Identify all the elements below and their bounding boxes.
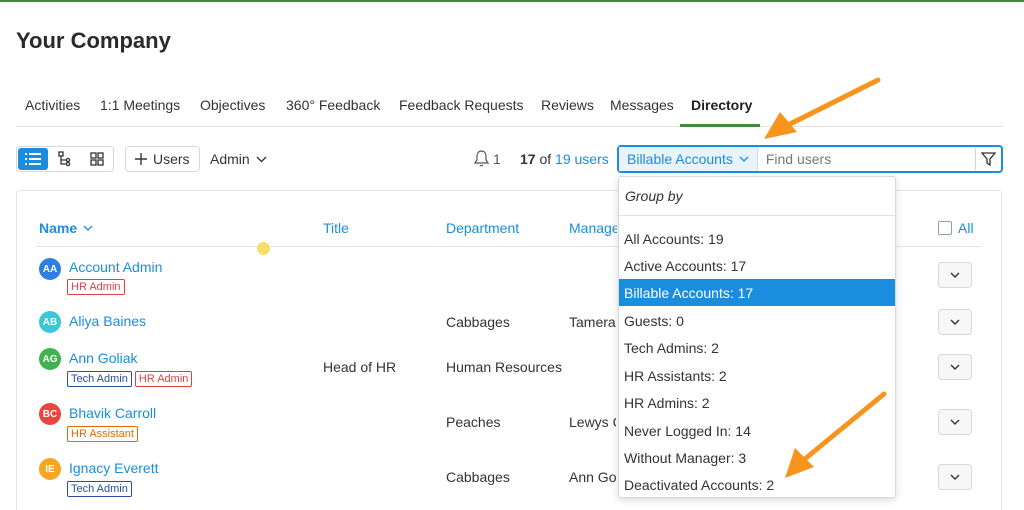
- role-badges: HR Assistant: [67, 426, 138, 442]
- row-actions-button[interactable]: [938, 464, 972, 490]
- admin-dropdown[interactable]: Admin: [210, 151, 267, 167]
- chevron-down-icon: [739, 156, 749, 162]
- checkbox[interactable]: [938, 221, 952, 235]
- row-actions-button[interactable]: [938, 409, 972, 435]
- view-toggle: [16, 146, 114, 172]
- avatar: AB: [39, 311, 61, 333]
- user-count: 17 of 19 users: [520, 151, 609, 167]
- column-header-title[interactable]: Title: [323, 220, 349, 236]
- add-users-label: Users: [153, 151, 190, 167]
- row-actions-button[interactable]: [938, 262, 972, 288]
- chevron-down-icon: [83, 225, 93, 231]
- tab-directory[interactable]: Directory: [691, 97, 752, 113]
- notification-count: 1: [493, 150, 501, 167]
- option-all-accounts[interactable]: All Accounts: 19: [619, 225, 895, 252]
- department-cell: Peaches: [446, 414, 501, 430]
- select-all-checkbox[interactable]: All: [938, 220, 974, 236]
- manager-cell: Ann Go: [569, 469, 616, 485]
- option-never-logged-in[interactable]: Never Logged In: 14: [619, 417, 895, 444]
- admin-label: Admin: [210, 151, 250, 167]
- avatar: AA: [39, 258, 61, 280]
- option-active-accounts[interactable]: Active Accounts: 17: [619, 252, 895, 279]
- tab-objectives[interactable]: Objectives: [200, 97, 265, 113]
- user-search: Billable Accounts: [617, 145, 1003, 173]
- manager-cell: Tamera: [569, 314, 616, 330]
- tab-reviews[interactable]: Reviews: [541, 97, 594, 113]
- role-badges: HR Admin: [67, 279, 125, 295]
- plus-icon: [135, 153, 147, 165]
- user-name-link[interactable]: Account Admin: [69, 259, 162, 275]
- account-filter-select[interactable]: Billable Accounts: [619, 147, 758, 171]
- column-header-manager[interactable]: Manager: [569, 220, 617, 236]
- option-guests[interactable]: Guests: 0: [619, 307, 895, 334]
- dropdown-divider: [619, 215, 895, 216]
- option-hr-assistants[interactable]: HR Assistants: 2: [619, 362, 895, 389]
- role-badges: Tech Admin: [67, 481, 132, 497]
- filter-selected-label: Billable Accounts: [627, 151, 733, 167]
- row-actions-button[interactable]: [938, 309, 972, 335]
- of-label: of: [539, 151, 552, 167]
- company-title: Your Company: [16, 28, 171, 53]
- user-name-link[interactable]: Ignacy Everett: [69, 460, 159, 476]
- option-tech-admins[interactable]: Tech Admins: 2: [619, 334, 895, 361]
- option-hr-admins[interactable]: HR Admins: 2: [619, 389, 895, 416]
- option-deactivated-accounts[interactable]: Deactivated Accounts: 2: [619, 471, 895, 498]
- cursor-highlight: [257, 242, 270, 255]
- avatar: BC: [39, 403, 61, 425]
- total-users-link[interactable]: 19 users: [555, 151, 609, 167]
- select-all-label: All: [958, 220, 974, 236]
- manager-cell: Lewys C: [569, 414, 616, 430]
- department-cell: Cabbages: [446, 314, 510, 330]
- user-name-link[interactable]: Bhavik Carroll: [69, 405, 156, 421]
- column-header-department[interactable]: Department: [446, 220, 519, 236]
- group-by-dropdown: Group by All Accounts: 19 Active Account…: [618, 176, 896, 498]
- bell-icon: [474, 150, 489, 167]
- notifications-indicator[interactable]: 1: [474, 150, 501, 167]
- user-name-link[interactable]: Ann Goliak: [69, 350, 137, 366]
- list-icon: [25, 153, 41, 165]
- department-cell: Cabbages: [446, 469, 510, 485]
- org-chart-view-button[interactable]: [49, 147, 81, 171]
- role-badges: Tech Admin HR Admin: [67, 371, 193, 387]
- chevron-down-icon: [950, 419, 960, 425]
- hr-admin-badge: HR Admin: [67, 279, 125, 295]
- group-by-label: Group by: [625, 188, 683, 204]
- org-chart-icon: [58, 151, 71, 167]
- tab-messages[interactable]: Messages: [610, 97, 674, 113]
- find-users-input[interactable]: [757, 147, 975, 171]
- option-without-manager[interactable]: Without Manager: 3: [619, 444, 895, 471]
- active-tab-indicator: [680, 124, 760, 127]
- user-name-link[interactable]: Aliya Baines: [69, 313, 146, 329]
- grid-view-button[interactable]: [81, 147, 113, 171]
- funnel-icon: [981, 152, 996, 166]
- avatar: IE: [39, 458, 61, 480]
- title-cell: Head of HR: [323, 359, 397, 375]
- chevron-down-icon: [950, 319, 960, 325]
- hr-admin-badge: HR Admin: [134, 371, 193, 387]
- name-header-label: Name: [39, 220, 78, 236]
- column-header-name[interactable]: Name: [39, 220, 93, 236]
- chevron-down-icon: [950, 474, 960, 480]
- avatar: AG: [39, 348, 61, 370]
- chevron-down-icon: [256, 156, 267, 162]
- tab-360-feedback[interactable]: 360° Feedback: [286, 97, 380, 113]
- list-view-button[interactable]: [18, 148, 48, 170]
- department-cell: Human Resources: [446, 359, 562, 375]
- tech-admin-badge: Tech Admin: [67, 481, 132, 497]
- nav-tabs: Activities 1:1 Meetings Objectives 360° …: [16, 92, 1004, 127]
- tab-activities[interactable]: Activities: [25, 97, 80, 113]
- tab-feedback-requests[interactable]: Feedback Requests: [399, 97, 524, 113]
- grid-icon: [90, 152, 104, 166]
- tab-one-on-one-meetings[interactable]: 1:1 Meetings: [100, 97, 180, 113]
- filter-button[interactable]: [975, 148, 1001, 170]
- tech-admin-badge: Tech Admin: [67, 371, 132, 387]
- shown-count: 17: [520, 151, 536, 167]
- hr-assistant-badge: HR Assistant: [67, 426, 138, 442]
- add-users-button[interactable]: Users: [125, 146, 200, 172]
- top-accent-line: [0, 0, 1024, 2]
- row-actions-button[interactable]: [938, 354, 972, 380]
- option-billable-accounts[interactable]: Billable Accounts: 17: [619, 279, 895, 306]
- chevron-down-icon: [950, 364, 960, 370]
- chevron-down-icon: [950, 272, 960, 278]
